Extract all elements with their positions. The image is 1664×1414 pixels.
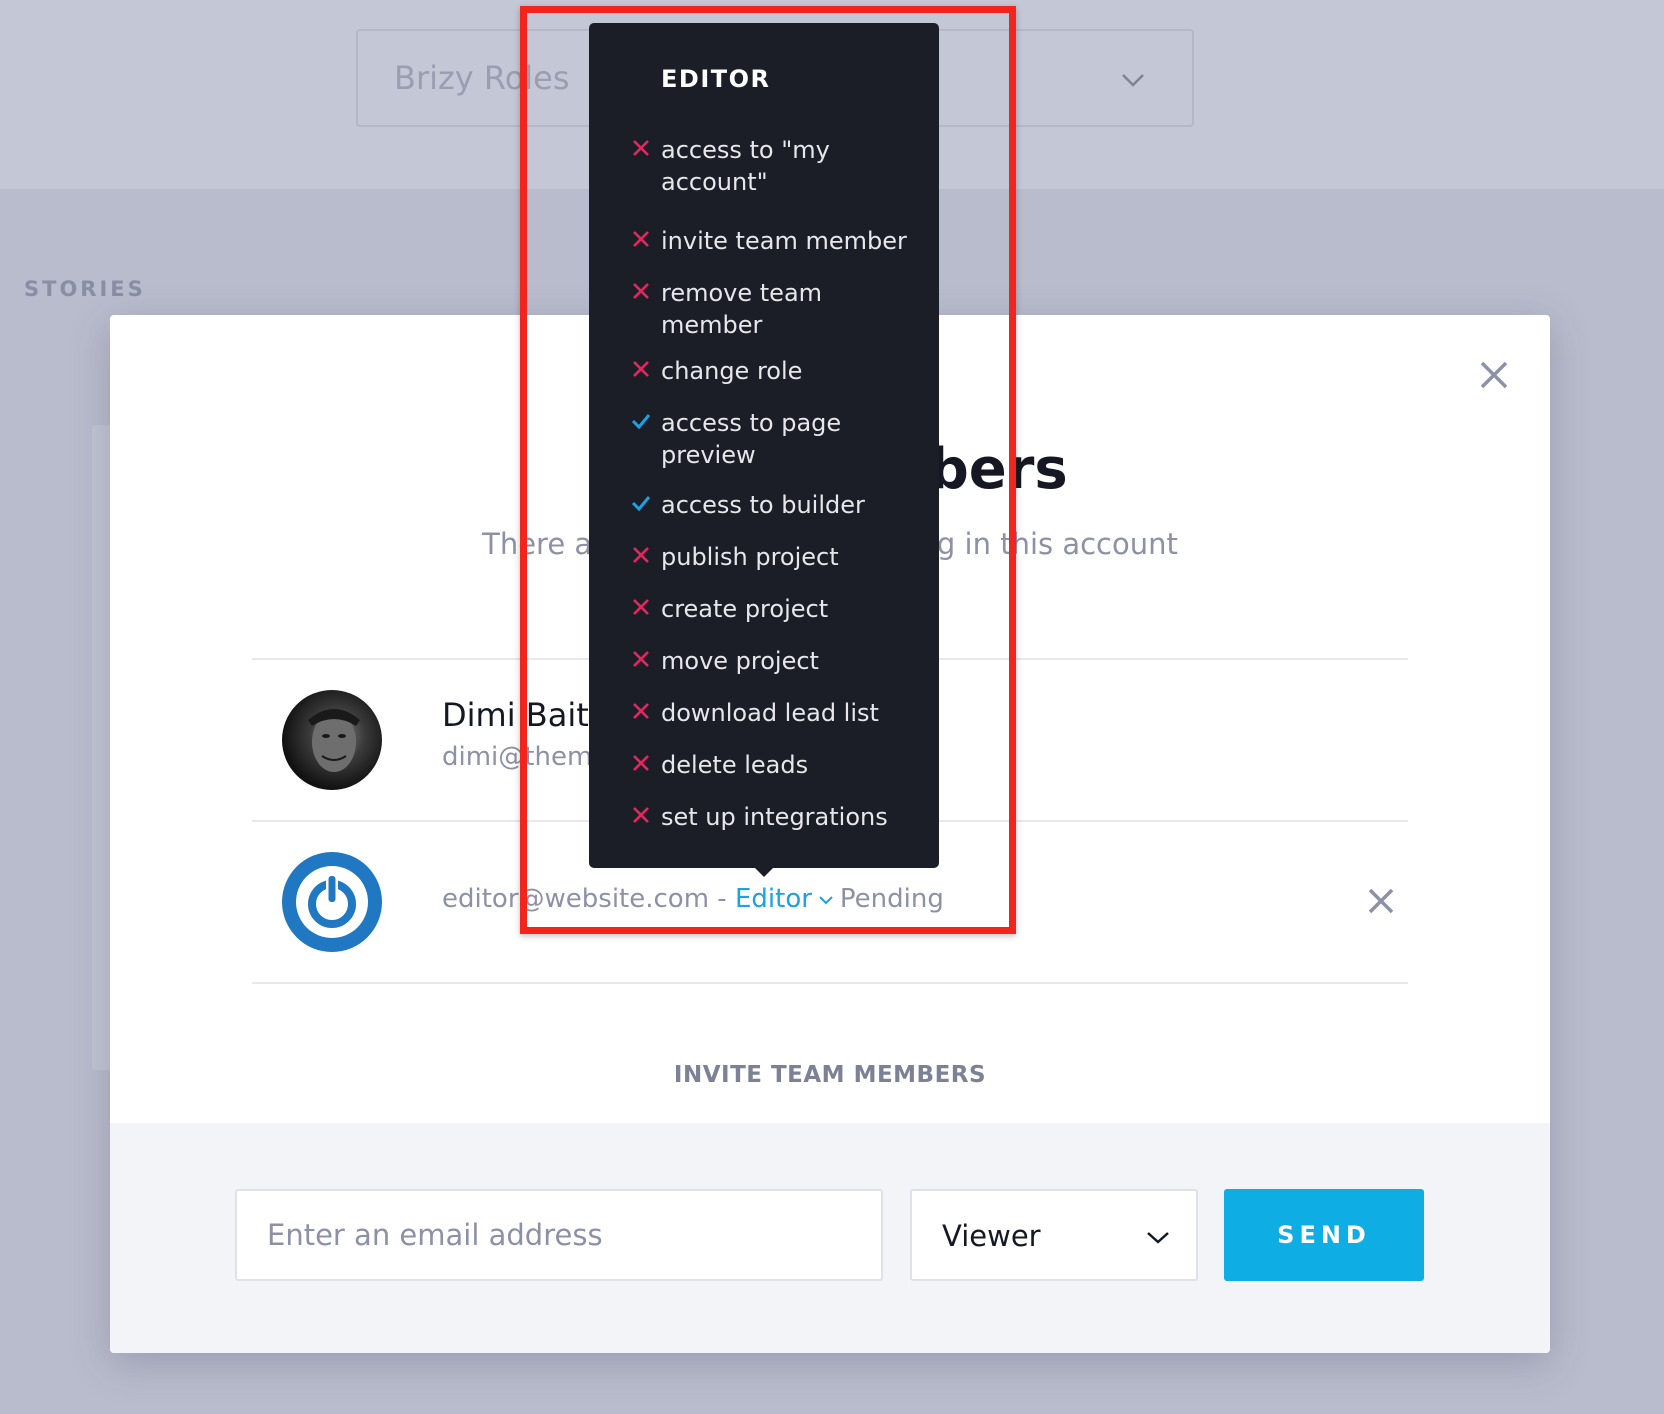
avatar <box>282 852 382 952</box>
invite-section-label: INVITE TEAM MEMBERS <box>673 1062 987 1088</box>
invite-footer: Viewer SEND <box>110 1123 1550 1353</box>
cross-icon <box>633 140 649 156</box>
permission-label: download lead list <box>661 699 879 727</box>
pending-invite-line: editor@website.com - Editor Pending <box>442 884 944 914</box>
remove-member-icon[interactable] <box>1364 884 1398 918</box>
cross-icon <box>633 703 649 719</box>
divider <box>252 982 1408 984</box>
cross-icon <box>633 283 649 299</box>
permission-label: publish project <box>661 543 839 571</box>
separator: - <box>709 884 735 914</box>
chevron-down-icon <box>819 895 833 904</box>
cross-icon <box>633 599 649 615</box>
chevron-down-icon <box>1122 74 1144 87</box>
permission-label: create project <box>661 595 829 623</box>
close-icon[interactable] <box>1474 355 1514 395</box>
role-dropdown[interactable]: Editor <box>735 884 840 914</box>
permission-label: access to page preview <box>661 409 842 469</box>
avatar-photo-icon <box>308 709 360 772</box>
permission-label: change role <box>661 357 803 385</box>
roles-select-label: Brizy Roles <box>394 59 570 97</box>
role-label: Editor <box>734 884 812 914</box>
permission-label: move project <box>661 647 819 675</box>
cross-icon <box>633 807 649 823</box>
check-icon <box>631 496 651 512</box>
cross-icon <box>633 361 649 377</box>
avatar <box>282 690 382 790</box>
permission-label: access to "my account" <box>661 136 830 196</box>
send-button[interactable]: SEND <box>1224 1189 1424 1281</box>
chevron-down-icon <box>1147 1232 1169 1244</box>
tooltip-arrow <box>753 866 775 877</box>
permission-label: set up integrations <box>661 803 888 831</box>
check-icon <box>631 414 651 430</box>
permission-label: access to builder <box>661 491 865 519</box>
tooltip-title: EDITOR <box>661 65 771 93</box>
cross-icon <box>633 231 649 247</box>
invite-role-value: Viewer <box>942 1219 1041 1253</box>
invite-role-select[interactable]: Viewer <box>910 1189 1198 1281</box>
permission-label: delete leads <box>661 751 809 779</box>
cross-icon <box>633 547 649 563</box>
cross-icon <box>633 651 649 667</box>
status-badge: Pending <box>839 884 944 914</box>
role-permissions-tooltip: EDITOR access to "my account" invite team… <box>589 23 939 868</box>
power-logo-icon <box>296 866 368 938</box>
permission-label: remove team member <box>661 279 823 339</box>
cross-icon <box>633 755 649 771</box>
section-label: STORIES <box>24 277 146 301</box>
permission-label: invite team member <box>661 227 907 255</box>
email-field[interactable] <box>235 1189 883 1281</box>
member-email: editor@website.com <box>442 884 710 914</box>
